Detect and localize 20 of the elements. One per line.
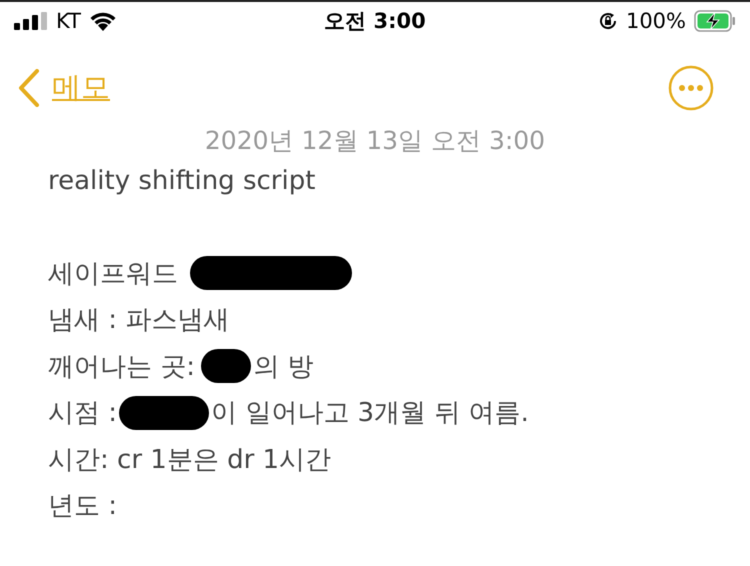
signal-icon — [14, 12, 48, 30]
chevron-left-icon — [18, 69, 40, 107]
note-text: 이 일어나고 3개월 뒤 여름. — [211, 397, 529, 430]
note-title: reality shifting script — [48, 165, 316, 198]
note-text: 년도 : — [48, 490, 118, 524]
carrier-name: KT — [56, 9, 81, 33]
note-text: 세이프워드 — [48, 258, 179, 291]
note-text: 시점 : — [48, 397, 118, 430]
back-link[interactable]: 메모 — [18, 68, 110, 108]
redaction-mark — [201, 349, 252, 384]
note-text: 시간: cr 1분은 dr 1시간 — [48, 444, 332, 477]
more-icon[interactable] — [668, 65, 714, 111]
battery-percent: 100% — [626, 9, 686, 33]
note-text: 냄새 : 파스냄새 — [48, 304, 230, 338]
note-text: 의 방 — [253, 350, 314, 384]
wifi-icon — [88, 11, 117, 31]
note-text: 깨어나는 곳: — [48, 350, 196, 384]
rotation-lock-icon — [598, 11, 618, 31]
note-date: 2020년 12월 13일 오전 3:00 — [204, 125, 546, 157]
clock-time: 오전 3:00 — [324, 8, 426, 35]
